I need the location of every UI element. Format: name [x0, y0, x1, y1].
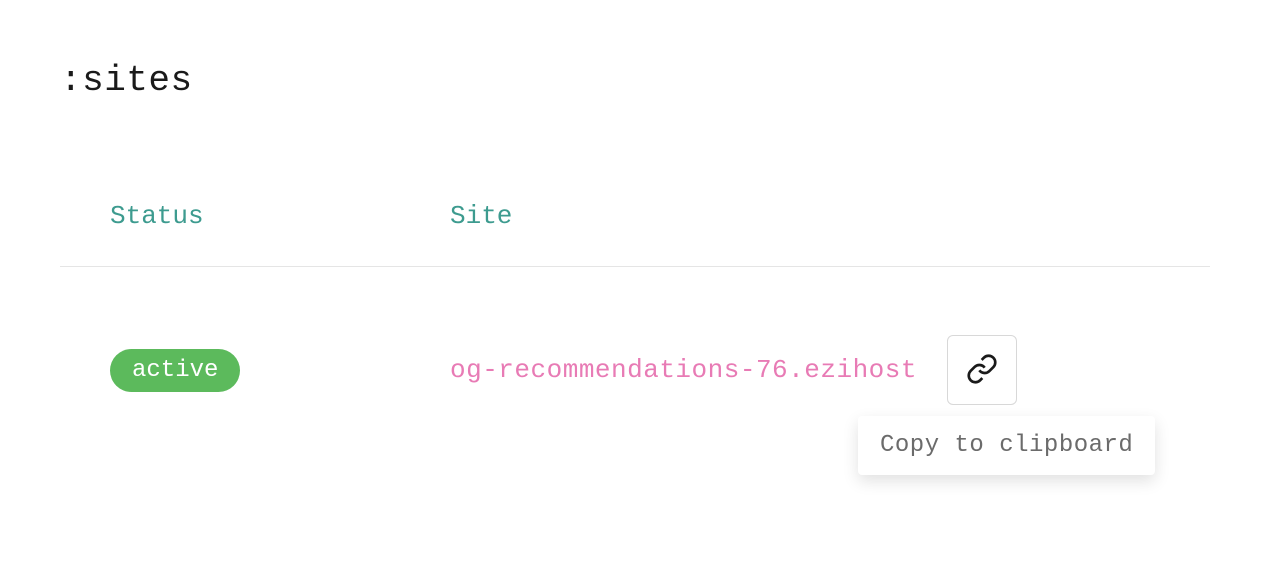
site-cell: og-recommendations-76.ezihost Copy to cl… — [450, 335, 1017, 405]
link-icon — [966, 353, 998, 388]
column-header-site: Site — [450, 201, 512, 231]
page-title: :sites — [60, 60, 1210, 101]
main-container: :sites Status Site active og-recommendat… — [0, 0, 1270, 445]
copy-tooltip: Copy to clipboard — [858, 416, 1155, 475]
status-cell: active — [110, 349, 450, 392]
table-row: active og-recommendations-76.ezihost Cop… — [60, 267, 1210, 405]
copy-button[interactable]: Copy to clipboard — [947, 335, 1017, 405]
table-header: Status Site — [60, 201, 1210, 267]
sites-table: Status Site active og-recommendations-76… — [60, 201, 1210, 405]
column-header-status: Status — [110, 201, 450, 231]
site-link[interactable]: og-recommendations-76.ezihost — [450, 355, 917, 385]
status-badge: active — [110, 349, 240, 392]
